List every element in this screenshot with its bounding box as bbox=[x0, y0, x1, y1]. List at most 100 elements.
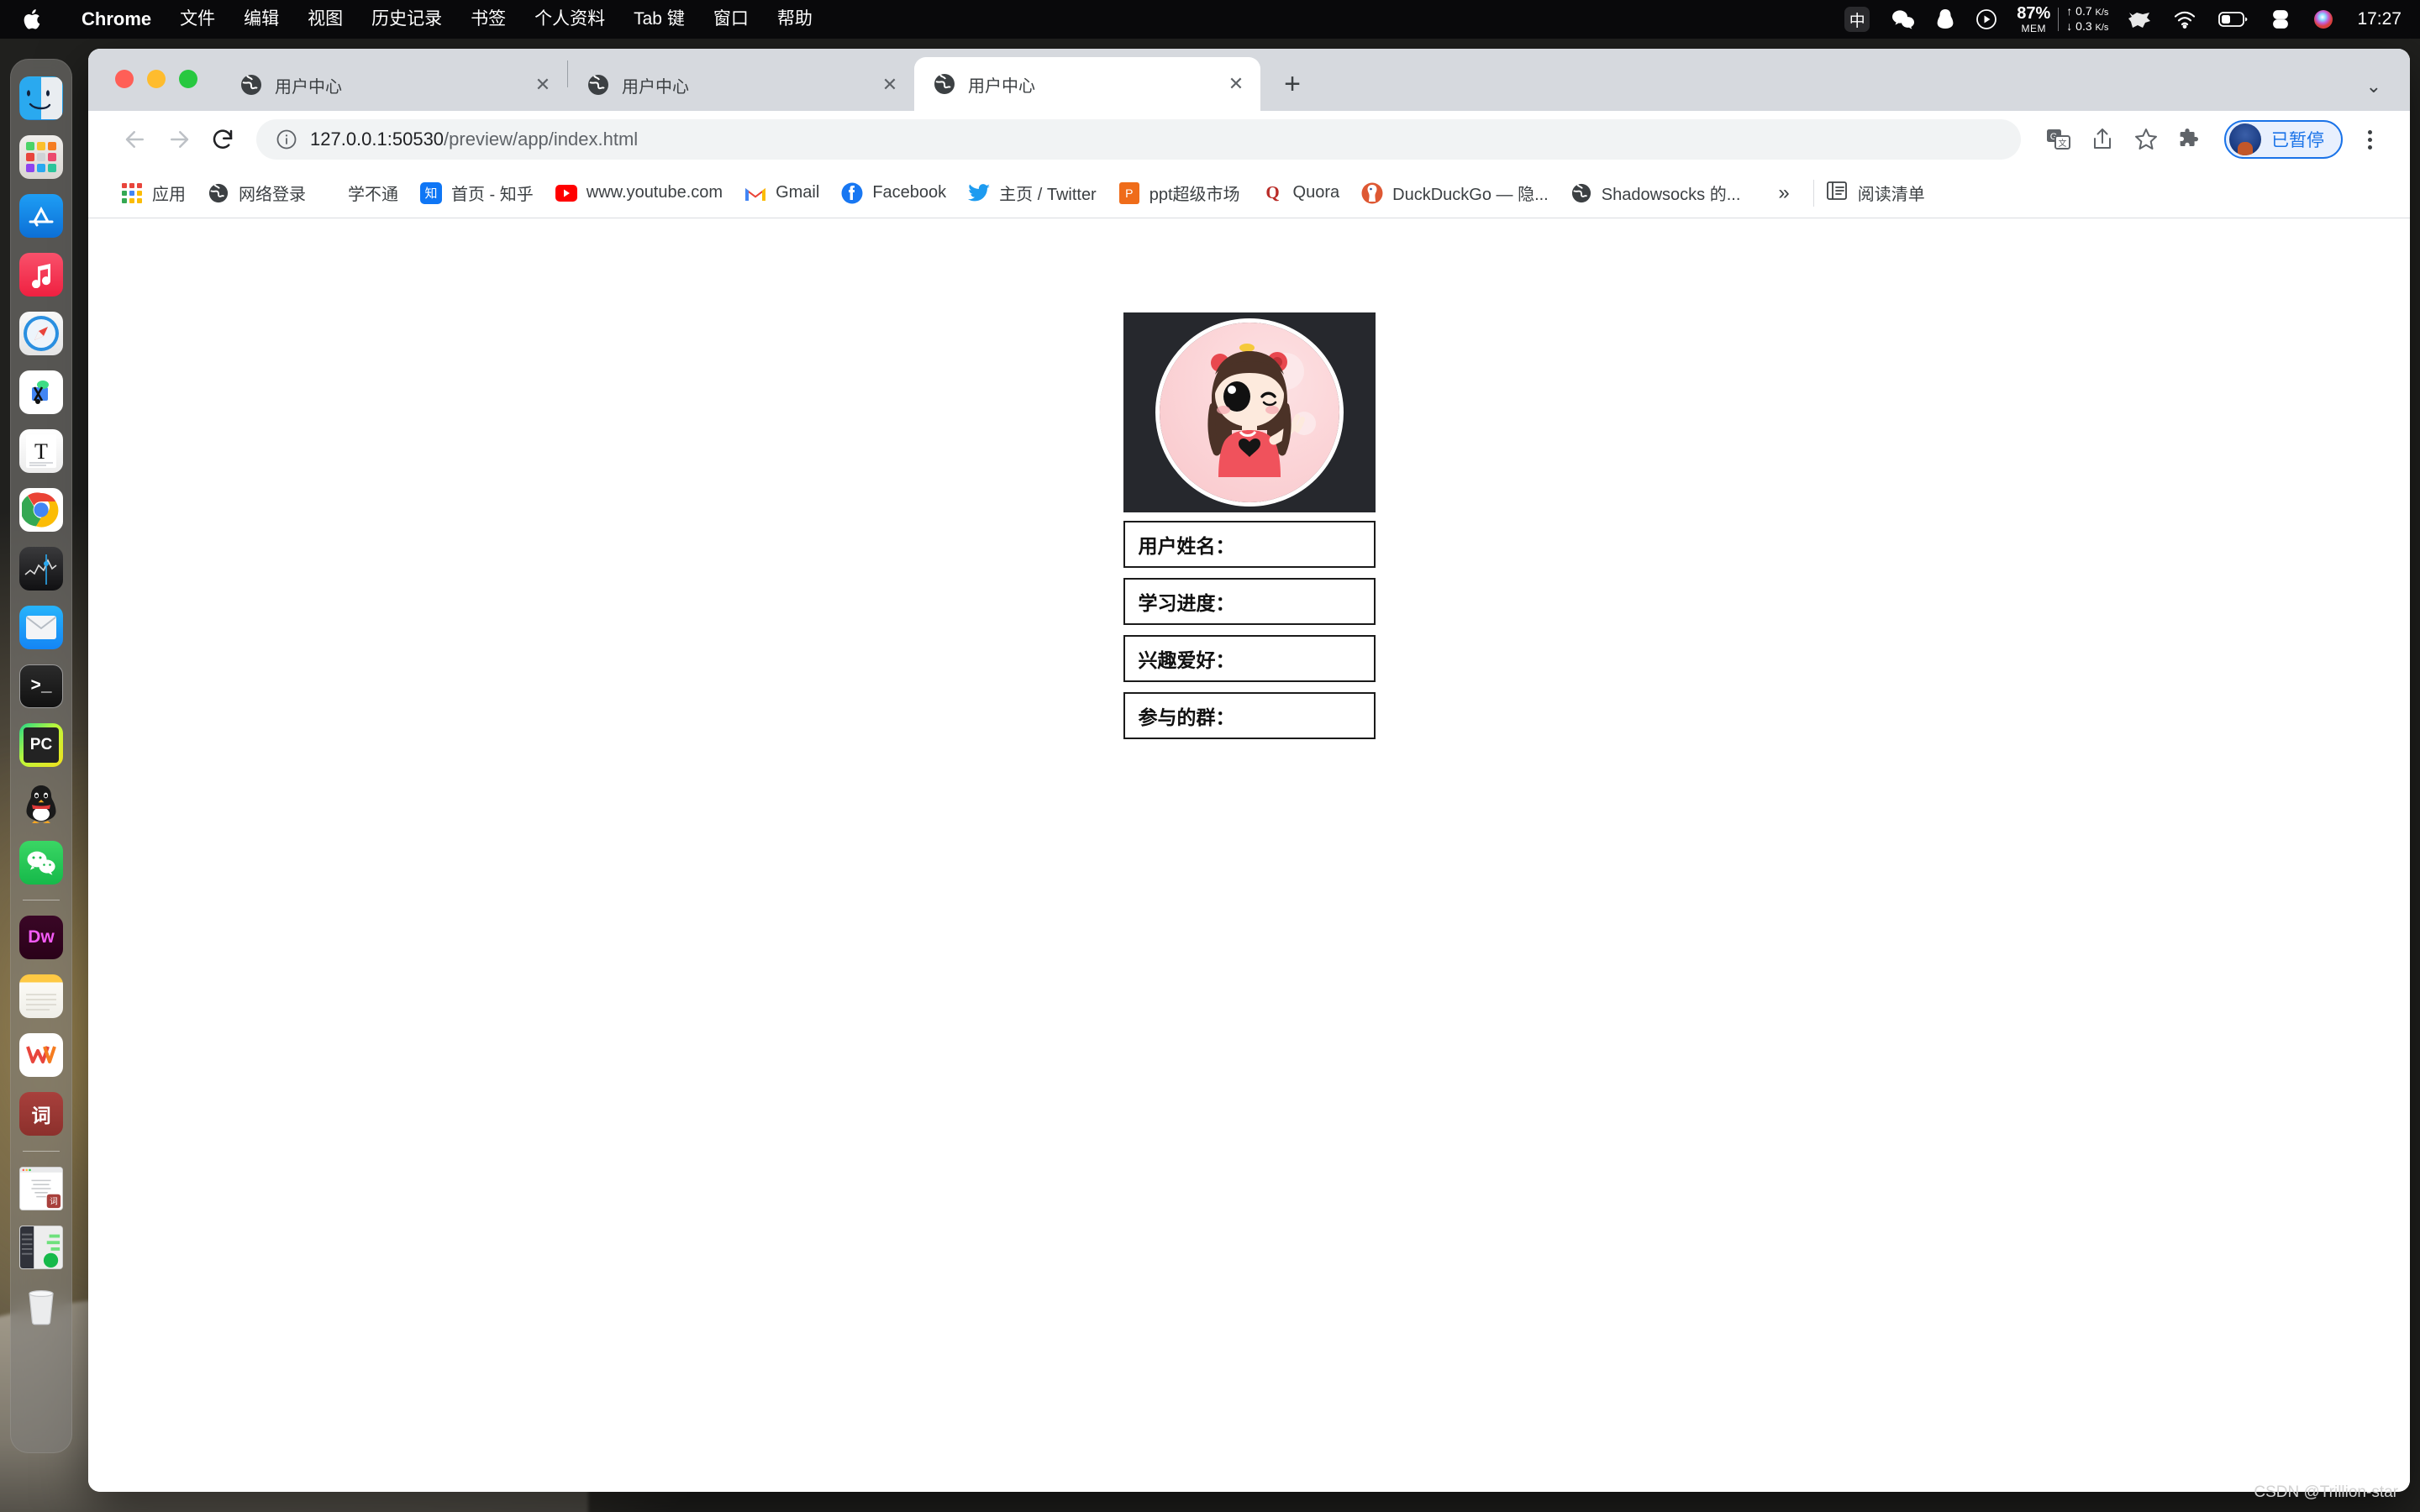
dock-item-android-studio[interactable] bbox=[19, 370, 63, 414]
bookmark-label: 主页 / Twitter bbox=[999, 186, 1097, 204]
tab-close-button[interactable]: ✕ bbox=[530, 72, 555, 97]
tab-search-chevron-down-icon[interactable]: ⌄ bbox=[2366, 76, 2381, 97]
browser-tab-2[interactable]: 用户中心 ✕ bbox=[568, 59, 914, 111]
browser-tab-1[interactable]: 用户中心 ✕ bbox=[221, 59, 567, 111]
window-traffic-lights bbox=[115, 70, 197, 88]
field-groups[interactable]: 参与的群： bbox=[1123, 692, 1376, 739]
browser-tab-3-active[interactable]: 用户中心 ✕ bbox=[914, 57, 1260, 111]
field-hobbies[interactable]: 兴趣爱好： bbox=[1123, 635, 1376, 682]
dictionary-label: 词 bbox=[31, 1105, 51, 1126]
bookmark-duckduckgo[interactable]: DuckDuckGo — 隐... bbox=[1350, 176, 1560, 210]
dock-item-finder[interactable] bbox=[19, 76, 63, 120]
forward-button[interactable] bbox=[157, 118, 201, 161]
menu-item-bookmarks[interactable]: 书签 bbox=[456, 0, 520, 39]
tab-strip: 用户中心 ✕ 用户中心 ✕ 用户中心 ✕ + ⌄ bbox=[88, 49, 2410, 111]
control-center-icon[interactable] bbox=[2260, 0, 2302, 39]
globe-icon bbox=[587, 73, 610, 97]
siri-icon[interactable] bbox=[2302, 0, 2345, 39]
dock-item-qq[interactable] bbox=[19, 782, 63, 826]
menu-item-window[interactable]: 窗口 bbox=[699, 0, 763, 39]
play-circle-icon[interactable] bbox=[1965, 0, 2008, 39]
dock-item-app-store[interactable] bbox=[19, 194, 63, 238]
user-avatar-container bbox=[1123, 312, 1376, 512]
tab-title: 用户中心 bbox=[622, 77, 689, 97]
bookmark-network-login[interactable]: 网络登录 bbox=[197, 176, 317, 210]
address-bar[interactable]: 127.0.0.1:50530/preview/app/index.html bbox=[256, 119, 2021, 160]
fox-app-icon[interactable] bbox=[2117, 0, 2162, 39]
qq-penguin-icon[interactable] bbox=[1926, 0, 1965, 39]
dock-item-trash[interactable] bbox=[19, 1284, 63, 1328]
bookmark-youtube[interactable]: www.youtube.com bbox=[544, 177, 734, 209]
back-button[interactable] bbox=[113, 118, 157, 161]
dock-item-stocks[interactable] bbox=[19, 547, 63, 591]
dock-item-launchpad[interactable] bbox=[19, 135, 63, 179]
field-label: 用户姓名： bbox=[1138, 535, 1235, 557]
dock-item-minimized-window-wechat[interactable] bbox=[19, 1226, 63, 1269]
bookmark-twitter[interactable]: 主页 / Twitter bbox=[957, 176, 1107, 210]
minimize-window-button[interactable] bbox=[147, 70, 166, 88]
battery-icon[interactable] bbox=[2207, 0, 2260, 39]
field-study-progress[interactable]: 学习进度： bbox=[1123, 578, 1376, 625]
bookmark-star-icon[interactable] bbox=[2125, 118, 2167, 160]
bookmark-shadowsocks[interactable]: Shadowsocks 的... bbox=[1560, 176, 1752, 210]
bookmark-quora[interactable]: Q Quora bbox=[1251, 177, 1351, 209]
menu-item-chrome[interactable]: Chrome bbox=[67, 0, 166, 39]
bookmark-zhihu[interactable]: 知 首页 - 知乎 bbox=[409, 176, 544, 210]
bookmark-label: ppt超级市场 bbox=[1149, 186, 1240, 204]
memory-status-widget[interactable]: 87% MEM ↑ 0.7 K/s ↓ 0.3 K/s bbox=[2008, 4, 2117, 34]
menu-item-tab[interactable]: Tab 键 bbox=[619, 0, 699, 39]
menu-item-profiles[interactable]: 个人资料 bbox=[520, 0, 619, 39]
gmail-icon bbox=[744, 182, 766, 204]
input-method-status[interactable]: 中 bbox=[1833, 0, 1881, 39]
bookmark-ppt-market[interactable]: P ppt超级市场 bbox=[1107, 176, 1251, 210]
bookmark-label: www.youtube.com bbox=[586, 183, 723, 202]
dock-item-minimized-window-dictionary[interactable]: 词 bbox=[19, 1167, 63, 1210]
reload-button[interactable] bbox=[201, 118, 245, 161]
tab-close-button[interactable]: ✕ bbox=[877, 72, 902, 97]
menu-item-view[interactable]: 视图 bbox=[293, 0, 357, 39]
bookmark-gmail[interactable]: Gmail bbox=[734, 177, 830, 209]
dock-item-notes[interactable] bbox=[19, 974, 63, 1018]
share-icon[interactable] bbox=[2081, 118, 2123, 160]
dock-item-mail[interactable] bbox=[19, 606, 63, 649]
extensions-puzzle-icon[interactable] bbox=[2169, 118, 2211, 160]
dock-item-wps-office[interactable] bbox=[19, 1033, 63, 1077]
dock-item-music[interactable] bbox=[19, 253, 63, 297]
menu-item-help[interactable]: 帮助 bbox=[763, 0, 827, 39]
tab-close-button[interactable]: ✕ bbox=[1223, 71, 1249, 97]
bookmark-label: 首页 - 知乎 bbox=[451, 186, 534, 204]
close-window-button[interactable] bbox=[115, 70, 134, 88]
quora-icon: Q bbox=[1265, 182, 1280, 202]
kebab-menu-icon[interactable] bbox=[2351, 121, 2388, 158]
dock-item-textedit[interactable]: T bbox=[19, 429, 63, 473]
bookmarks-overflow-button[interactable]: » bbox=[1766, 181, 1801, 205]
dock-item-safari[interactable] bbox=[19, 312, 63, 355]
wifi-icon[interactable] bbox=[2162, 0, 2207, 39]
profile-paused-chip[interactable]: 已暂停 bbox=[2224, 120, 2343, 159]
menu-item-file[interactable]: 文件 bbox=[166, 0, 229, 39]
field-username[interactable]: 用户姓名： bbox=[1123, 521, 1376, 568]
site-info-icon[interactable] bbox=[275, 128, 298, 151]
menu-item-edit[interactable]: 编辑 bbox=[229, 0, 293, 39]
maximize-window-button[interactable] bbox=[179, 70, 197, 88]
facebook-icon bbox=[841, 182, 863, 204]
dock-item-dreamweaver[interactable]: Dw bbox=[19, 916, 63, 959]
dock-separator bbox=[23, 1151, 60, 1152]
page-viewport: 用户姓名： 学习进度： 兴趣爱好： 参与的群： bbox=[88, 218, 2410, 1492]
new-tab-button[interactable]: + bbox=[1272, 64, 1313, 104]
dock-item-pycharm[interactable]: PC bbox=[19, 723, 63, 767]
dock-item-dictionary[interactable]: 词 bbox=[19, 1092, 63, 1136]
bookmark-label: DuckDuckGo — 隐... bbox=[1392, 186, 1549, 204]
menu-item-history[interactable]: 历史记录 bbox=[357, 0, 456, 39]
bookmark-apps[interactable]: 应用 bbox=[110, 176, 197, 210]
reading-list-button[interactable]: 阅读清单 bbox=[1826, 180, 1925, 207]
menu-bar-clock[interactable]: 17:27 bbox=[2345, 0, 2402, 39]
bookmark-xuebutong[interactable]: 学不通 bbox=[337, 176, 409, 210]
dock-item-wechat[interactable] bbox=[19, 841, 63, 885]
dock-item-terminal[interactable]: >_ bbox=[19, 664, 63, 708]
wechat-icon[interactable] bbox=[1881, 0, 1926, 39]
bookmark-facebook[interactable]: Facebook bbox=[830, 177, 957, 209]
translate-icon[interactable]: G 文 bbox=[2038, 118, 2080, 160]
dock-item-chrome[interactable] bbox=[19, 488, 63, 532]
apple-logo-icon[interactable] bbox=[22, 7, 44, 32]
